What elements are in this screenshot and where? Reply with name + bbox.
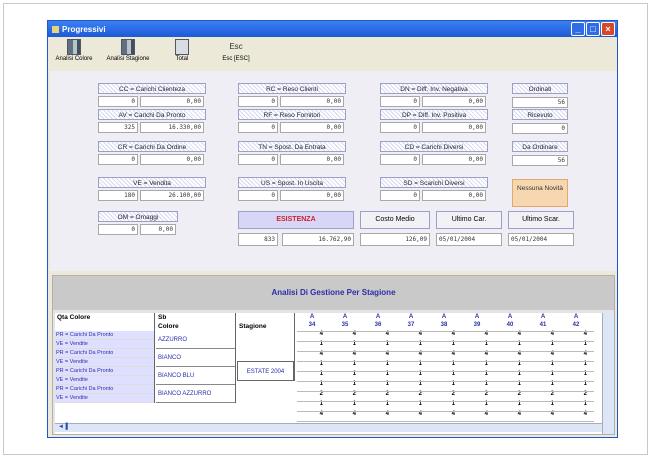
analisi-stagione-button[interactable]: Analisi Stagione bbox=[104, 39, 152, 69]
row-label-pr: PR = Carichi Da Pronto bbox=[55, 331, 154, 340]
colore-cell[interactable]: BIANCO bbox=[156, 349, 235, 367]
size-header-37: A 37 bbox=[407, 314, 415, 328]
field-cd: CD = Carichi Diversi 0 0,00 bbox=[380, 141, 488, 165]
app-icon bbox=[52, 25, 59, 33]
grid-col-stagione: Stagione ESTATE 2004 bbox=[237, 313, 295, 381]
size-header-38: A 38 bbox=[440, 314, 448, 328]
size-header-36: A 36 bbox=[374, 314, 382, 328]
field-ve: VE = Vendita 180 26.100,00 bbox=[98, 177, 206, 201]
size-header-42: A 42 bbox=[572, 314, 580, 328]
size-header-34: A 34 bbox=[308, 314, 316, 328]
colore-cell[interactable]: BIANCO AZZURRO bbox=[156, 385, 235, 403]
analysis-grid: Qta Colore PR = Carichi Da Pronto VE = V… bbox=[55, 313, 602, 434]
maximize-button[interactable]: □ bbox=[586, 22, 600, 36]
size-header-35: A 35 bbox=[341, 314, 349, 328]
field-tn: TN = Spost. Da Entrata 0 0,00 bbox=[238, 141, 346, 165]
analysis-title: Analisi Di Gestione Per Stagione bbox=[53, 276, 614, 310]
row-label-ve: VE = Vendite bbox=[55, 376, 154, 385]
field-cc: CC = Carichi Clienteza 0 0,00 bbox=[98, 83, 206, 107]
field-av: AV = Carichi Da Pronto 325 16.330,00 bbox=[98, 109, 206, 133]
ultimo-scar-value[interactable]: 05/01/2004 bbox=[508, 233, 574, 246]
minimize-button[interactable]: _ bbox=[571, 22, 585, 36]
esistenza-label: ESISTENZA bbox=[238, 211, 354, 229]
esc-button[interactable]: Esc Esc [ESC] bbox=[212, 39, 260, 69]
field-dp: DP = Diff. Inv. Positiva 0 0,00 bbox=[380, 109, 488, 133]
row-label-pr: PR = Carichi Da Pronto bbox=[55, 385, 154, 394]
ultimo-car-value[interactable]: 05/01/2004 bbox=[436, 233, 502, 246]
status-message: Nessuna Novità bbox=[512, 179, 568, 207]
window-title: Progressivi bbox=[62, 24, 106, 34]
col-header-sb: Sb bbox=[158, 314, 167, 321]
field-da-ordinare: Da Ordinare 56 bbox=[512, 141, 568, 166]
stagione-cell[interactable]: ESTATE 2004 bbox=[237, 361, 294, 381]
field-rc: RC = Reso Clienti 0 0,00 bbox=[238, 83, 346, 107]
progressivi-window: Progressivi _ □ × Analisi Colore Analisi… bbox=[47, 20, 618, 438]
grid-col-labels: Qta Colore PR = Carichi Da Pronto VE = V… bbox=[55, 313, 155, 403]
grid-line bbox=[297, 401, 594, 402]
close-button[interactable]: × bbox=[601, 22, 615, 36]
vertical-scrollbar[interactable] bbox=[602, 313, 614, 434]
grid-line bbox=[297, 391, 594, 392]
field-ordinati: Ordinati 56 bbox=[512, 83, 568, 108]
field-om: OM = Omaggi 0 0,00 bbox=[98, 211, 178, 235]
col-header-colore: Colore bbox=[158, 323, 179, 330]
grid-line bbox=[297, 341, 594, 342]
grid-line bbox=[297, 381, 594, 382]
grid-line bbox=[297, 411, 594, 412]
ultimo-scar-label: Ultimo Scar. bbox=[508, 211, 574, 229]
size-header-39: A 39 bbox=[473, 314, 481, 328]
horizontal-scrollbar[interactable]: ◄ ▌ bbox=[55, 423, 602, 432]
total-button[interactable]: Total bbox=[158, 39, 206, 69]
ultimo-car-label: Ultimo Car. bbox=[436, 211, 502, 229]
esistenza-qty[interactable]: 833 bbox=[238, 233, 278, 246]
grid-line bbox=[297, 351, 594, 352]
row-label-ve: VE = Vendite bbox=[55, 394, 154, 403]
colore-cell[interactable]: BIANCO BLU bbox=[156, 367, 235, 385]
document-icon bbox=[175, 39, 189, 55]
toolbar: Analisi Colore Analisi Stagione Total Es… bbox=[50, 39, 290, 69]
analisi-colore-button[interactable]: Analisi Colore bbox=[50, 39, 98, 69]
field-sd: SD = Scarichi Diversi 0 0,00 bbox=[380, 177, 488, 201]
size-header-41: A 41 bbox=[539, 314, 547, 328]
exit-icon: Esc bbox=[229, 42, 243, 51]
chart-icon bbox=[121, 39, 135, 55]
grid-line bbox=[297, 361, 594, 362]
analysis-section: Analisi Di Gestione Per Stagione Qta Col… bbox=[52, 275, 615, 435]
field-dn: DN = Diff. Inv. Negativa 0 0,00 bbox=[380, 83, 488, 107]
title-bar: Progressivi _ □ × bbox=[48, 21, 617, 37]
row-label-pr: PR = Carichi Da Pronto bbox=[55, 367, 154, 376]
grid-line bbox=[297, 331, 594, 332]
size-area: A 34 A 35 A 36 A 37 A 38 A 39 A 40 A 41 A 42 4 4 4 4 4 4 4 4 4 1 1 1 1… bbox=[297, 313, 602, 434]
col-header-qta: Qta Colore bbox=[57, 314, 91, 321]
colore-cell[interactable]: AZZURRO bbox=[156, 331, 235, 349]
costo-medio-label: Costo Medio bbox=[360, 211, 430, 229]
row-label-ve: VE = Vendite bbox=[55, 358, 154, 367]
esistenza-value[interactable]: 16.762,90 bbox=[282, 233, 354, 246]
costo-medio-value[interactable]: 126,09 bbox=[360, 233, 430, 246]
row-label-ve: VE = Vendite bbox=[55, 340, 154, 349]
movements-panel: CC = Carichi Clienteza 0 0,00 AV = Carich… bbox=[50, 71, 617, 271]
field-rf: RF = Reso Fornitori 0 0,00 bbox=[238, 109, 346, 133]
field-cr: CR = Carichi Da Ordine 0 0,00 bbox=[98, 141, 206, 165]
grid-line bbox=[297, 371, 594, 372]
row-label-pr: PR = Carichi Da Pronto bbox=[55, 349, 154, 358]
field-us: US = Spost. In Uscita 0 0,00 bbox=[238, 177, 346, 201]
size-header-40: A 40 bbox=[506, 314, 514, 328]
chart-icon bbox=[67, 39, 81, 55]
grid-line bbox=[297, 421, 594, 422]
field-ricevuto: Ricevuto 0 bbox=[512, 109, 568, 134]
grid-col-colore: Sb Colore AZZURRO BIANCO BIANCO BLU BIAN… bbox=[156, 313, 236, 403]
col-header-stagione: Stagione bbox=[239, 323, 267, 330]
